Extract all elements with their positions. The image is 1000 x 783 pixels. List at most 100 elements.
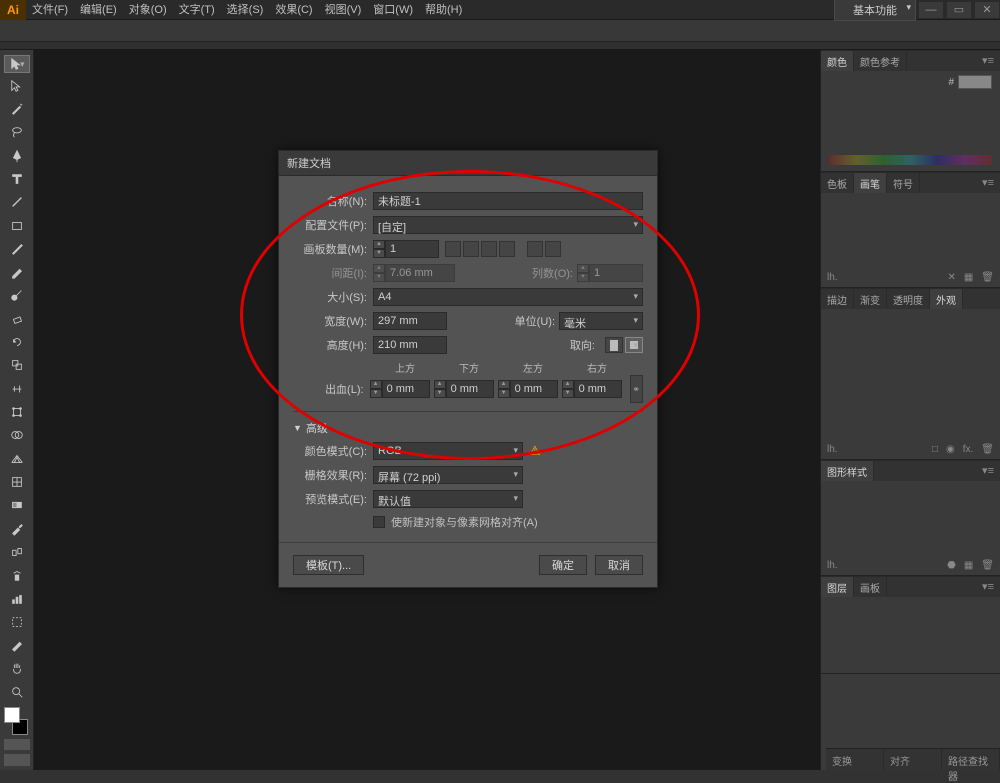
rotate-tool[interactable]	[4, 331, 30, 352]
panel-icon[interactable]: □	[932, 444, 938, 455]
tab-gradient[interactable]: 渐变	[854, 289, 887, 309]
menu-object[interactable]: 对象(O)	[123, 0, 173, 20]
line-tool[interactable]	[4, 192, 30, 213]
profile-select[interactable]: [自定]	[373, 216, 643, 234]
tab-stroke[interactable]: 描边	[821, 289, 854, 309]
pencil-tool[interactable]	[4, 262, 30, 283]
panel-icon[interactable]: ▦	[964, 272, 973, 283]
hue-strip[interactable]	[829, 155, 992, 165]
align-pixel-checkbox[interactable]	[373, 516, 385, 528]
gradient-tool[interactable]	[4, 495, 30, 516]
blob-brush-tool[interactable]	[4, 285, 30, 306]
lasso-tool[interactable]	[4, 122, 30, 143]
menu-select[interactable]: 选择(S)	[221, 0, 270, 20]
menu-help[interactable]: 帮助(H)	[419, 0, 468, 20]
menu-effect[interactable]: 效果(C)	[269, 0, 318, 20]
symbol-sprayer-tool[interactable]	[4, 565, 30, 586]
bleed-right-input[interactable]	[574, 380, 622, 398]
menu-type[interactable]: 文字(T)	[173, 0, 221, 20]
panel-icon[interactable]: 🗑	[981, 560, 994, 571]
width-input[interactable]	[373, 312, 447, 330]
arrange-grid-col-icon[interactable]	[463, 241, 479, 257]
panel-menu-icon[interactable]: ▾≡	[976, 51, 1000, 71]
arrange-col-icon[interactable]	[499, 241, 515, 257]
menu-window[interactable]: 窗口(W)	[367, 0, 419, 20]
panel-icon[interactable]: ◉	[946, 444, 955, 455]
panel-icon[interactable]: 🗑	[981, 272, 994, 283]
eraser-tool[interactable]	[4, 308, 30, 329]
arrange-ltr-icon[interactable]	[527, 241, 543, 257]
raster-select[interactable]: 屏幕 (72 ppi)	[373, 466, 523, 484]
height-input[interactable]	[373, 336, 447, 354]
cancel-button[interactable]: 取消	[595, 555, 643, 575]
rectangle-tool[interactable]	[4, 215, 30, 236]
control-strip-menu-icon[interactable]	[980, 23, 996, 39]
shape-builder-tool[interactable]	[4, 425, 30, 446]
fill-stroke-colors[interactable]	[2, 707, 30, 734]
mesh-tool[interactable]	[4, 471, 30, 492]
bleed-left-input[interactable]	[510, 380, 558, 398]
ok-button[interactable]: 确定	[539, 555, 587, 575]
tab-brushes[interactable]: 画笔	[854, 173, 887, 193]
type-tool[interactable]	[4, 168, 30, 189]
menu-edit[interactable]: 编辑(E)	[74, 0, 123, 20]
panel-menu-icon[interactable]: ▾≡	[976, 173, 1000, 193]
size-select[interactable]: A4	[373, 288, 643, 306]
zoom-tool[interactable]	[4, 681, 30, 702]
menu-file[interactable]: 文件(F)	[26, 0, 74, 20]
tab-transparency[interactable]: 透明度	[887, 289, 930, 309]
name-input[interactable]	[373, 192, 643, 210]
magic-wand-tool[interactable]	[4, 98, 30, 119]
panel-icon[interactable]: ▦	[964, 560, 973, 571]
eyedropper-tool[interactable]	[4, 518, 30, 539]
tab-appearance[interactable]: 外观	[930, 289, 963, 309]
tab-transform[interactable]: 变换	[826, 749, 884, 770]
scale-tool[interactable]	[4, 355, 30, 376]
orient-landscape[interactable]	[625, 337, 643, 353]
hex-swatch[interactable]	[958, 75, 992, 89]
tab-graphic-styles[interactable]: 图形样式	[821, 461, 874, 481]
bleed-bottom-spinner[interactable]: ▲▼	[434, 380, 446, 398]
fill-color[interactable]	[4, 707, 20, 723]
bleed-bottom-input[interactable]	[446, 380, 494, 398]
arrange-rtl-icon[interactable]	[545, 241, 561, 257]
panel-menu-icon[interactable]: ▾≡	[976, 577, 1000, 597]
window-minimize[interactable]: —	[918, 1, 944, 19]
panel-icon[interactable]: 🗑	[981, 444, 994, 455]
selection-tool[interactable]	[4, 55, 30, 73]
tab-color[interactable]: 颜色	[821, 51, 854, 71]
menu-view[interactable]: 视图(V)	[319, 0, 368, 20]
units-select[interactable]: 毫米	[559, 312, 643, 330]
direct-selection-tool[interactable]	[4, 75, 30, 96]
tab-align[interactable]: 对齐	[884, 749, 942, 770]
artboard-tool[interactable]	[4, 611, 30, 632]
artboards-spinner[interactable]: ▲▼	[373, 240, 385, 258]
blend-tool[interactable]	[4, 541, 30, 562]
tab-swatches[interactable]: 色板	[821, 173, 854, 193]
draw-mode[interactable]	[4, 739, 30, 751]
advanced-toggle[interactable]: ▼高级	[293, 420, 643, 436]
panel-icon[interactable]: fx.	[963, 444, 974, 455]
bleed-top-input[interactable]	[382, 380, 430, 398]
window-close[interactable]: ✕	[974, 1, 1000, 19]
tab-layers[interactable]: 图层	[821, 577, 854, 597]
tab-pathfinder[interactable]: 路径查找器	[942, 749, 1000, 770]
hand-tool[interactable]	[4, 658, 30, 679]
paintbrush-tool[interactable]	[4, 238, 30, 259]
panel-icon[interactable]: ✕	[947, 272, 955, 283]
tab-color-guide[interactable]: 颜色参考	[854, 51, 907, 71]
slice-tool[interactable]	[4, 635, 30, 656]
screen-mode[interactable]	[4, 754, 30, 766]
width-tool[interactable]	[4, 378, 30, 399]
colormode-select[interactable]: RGB	[373, 442, 523, 460]
panel-icon[interactable]: ⬣	[947, 560, 956, 571]
arrange-grid-row-icon[interactable]	[445, 241, 461, 257]
workspace-selector[interactable]: 基本功能	[834, 0, 916, 21]
template-button[interactable]: 模板(T)...	[293, 555, 364, 575]
preview-select[interactable]: 默认值	[373, 490, 523, 508]
window-maximize[interactable]: ▭	[946, 1, 972, 19]
bleed-left-spinner[interactable]: ▲▼	[498, 380, 510, 398]
bleed-right-spinner[interactable]: ▲▼	[562, 380, 574, 398]
artboards-input[interactable]	[385, 240, 439, 258]
bleed-link-icon[interactable]: ⚭	[630, 375, 643, 403]
